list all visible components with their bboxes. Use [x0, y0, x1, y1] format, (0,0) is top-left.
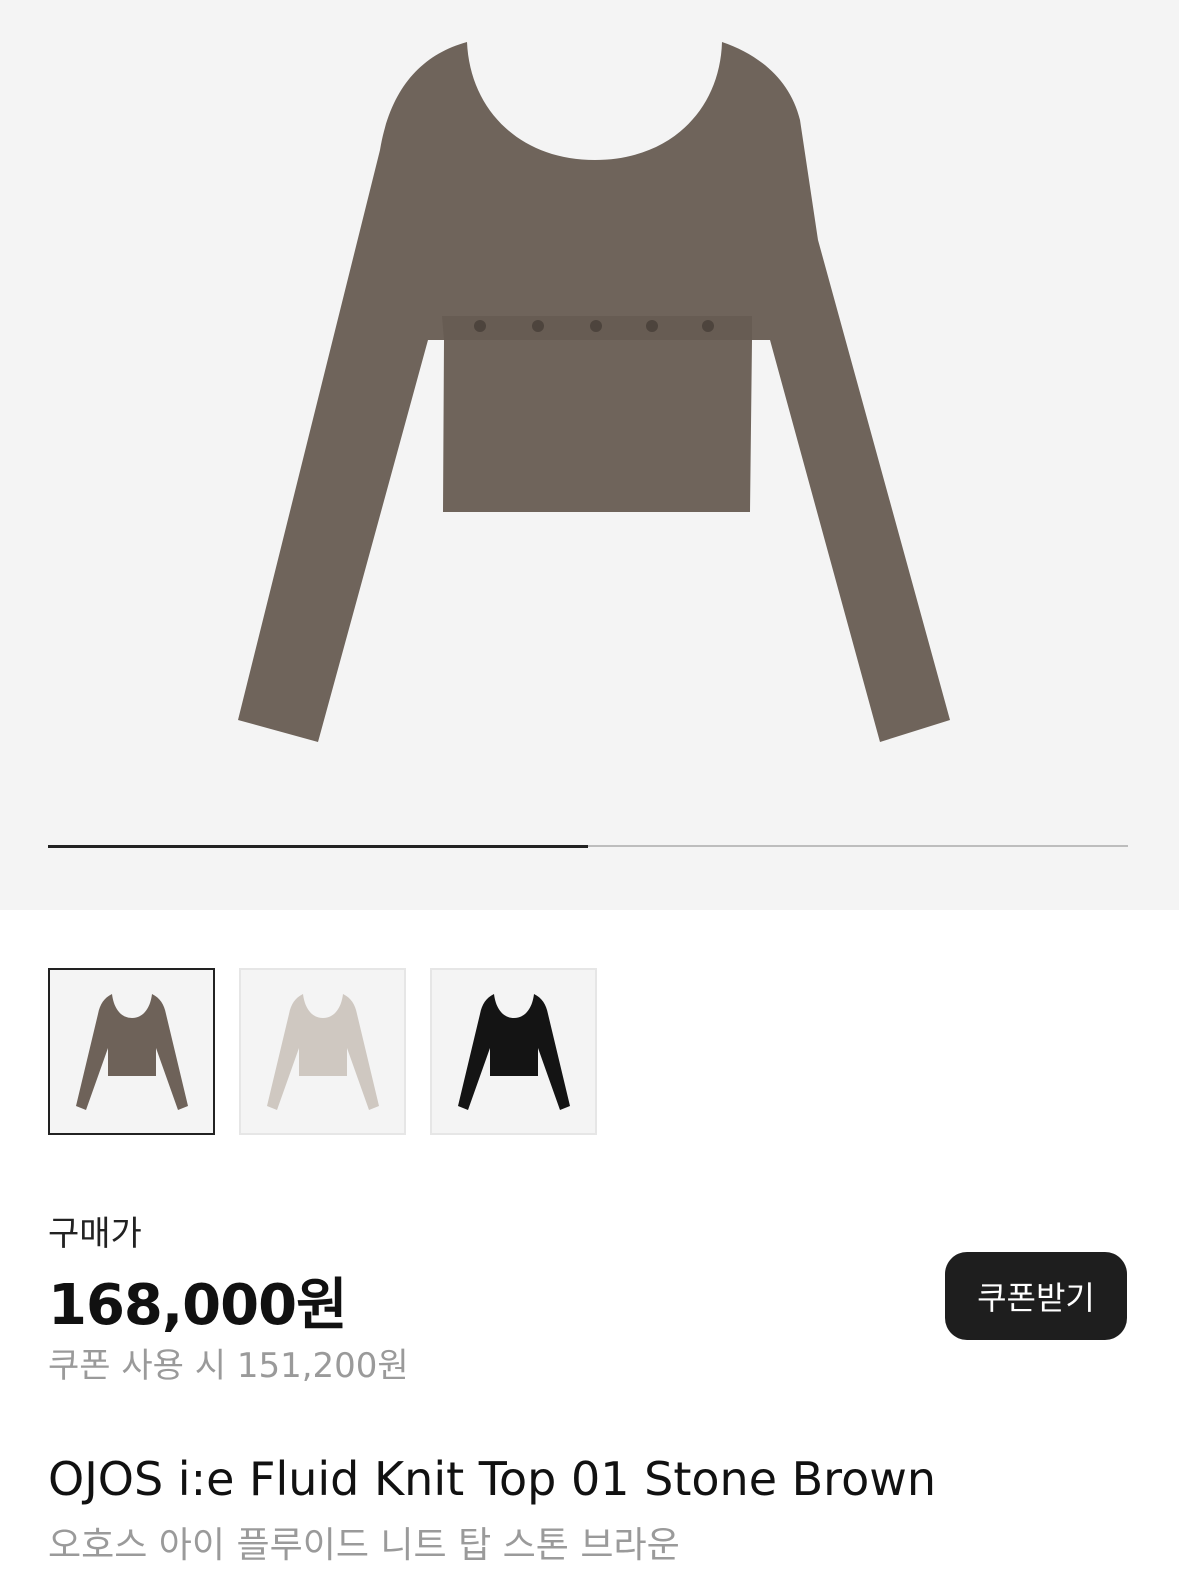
- product-main-image: [238, 42, 950, 742]
- thumbnail-list: [48, 968, 597, 1135]
- product-title-ko: 오호스 아이 플루이드 니트 탑 스톤 브라운: [48, 1525, 680, 1566]
- price-value: 168,000원: [48, 1273, 348, 1338]
- product-image-gallery[interactable]: [0, 0, 1179, 910]
- thumbnail-black[interactable]: [430, 968, 597, 1135]
- thumbnail-stone-brown[interactable]: [48, 968, 215, 1135]
- thumbnail-light-beige[interactable]: [239, 968, 406, 1135]
- thumbnail-image: [76, 994, 188, 1110]
- product-title-en: OJOS i:e Fluid Knit Top 01 Stone Brown: [48, 1452, 936, 1506]
- gallery-progress-bar: [48, 845, 1128, 848]
- sweater-shape: [238, 42, 950, 742]
- thumbnail-image: [267, 994, 379, 1110]
- get-coupon-button[interactable]: 쿠폰받기: [945, 1252, 1127, 1340]
- coupon-price: 쿠폰 사용 시 151,200원: [48, 1346, 409, 1386]
- price-label: 구매가: [48, 1214, 142, 1254]
- gallery-progress-fill: [48, 845, 588, 848]
- thumbnail-image: [458, 994, 570, 1110]
